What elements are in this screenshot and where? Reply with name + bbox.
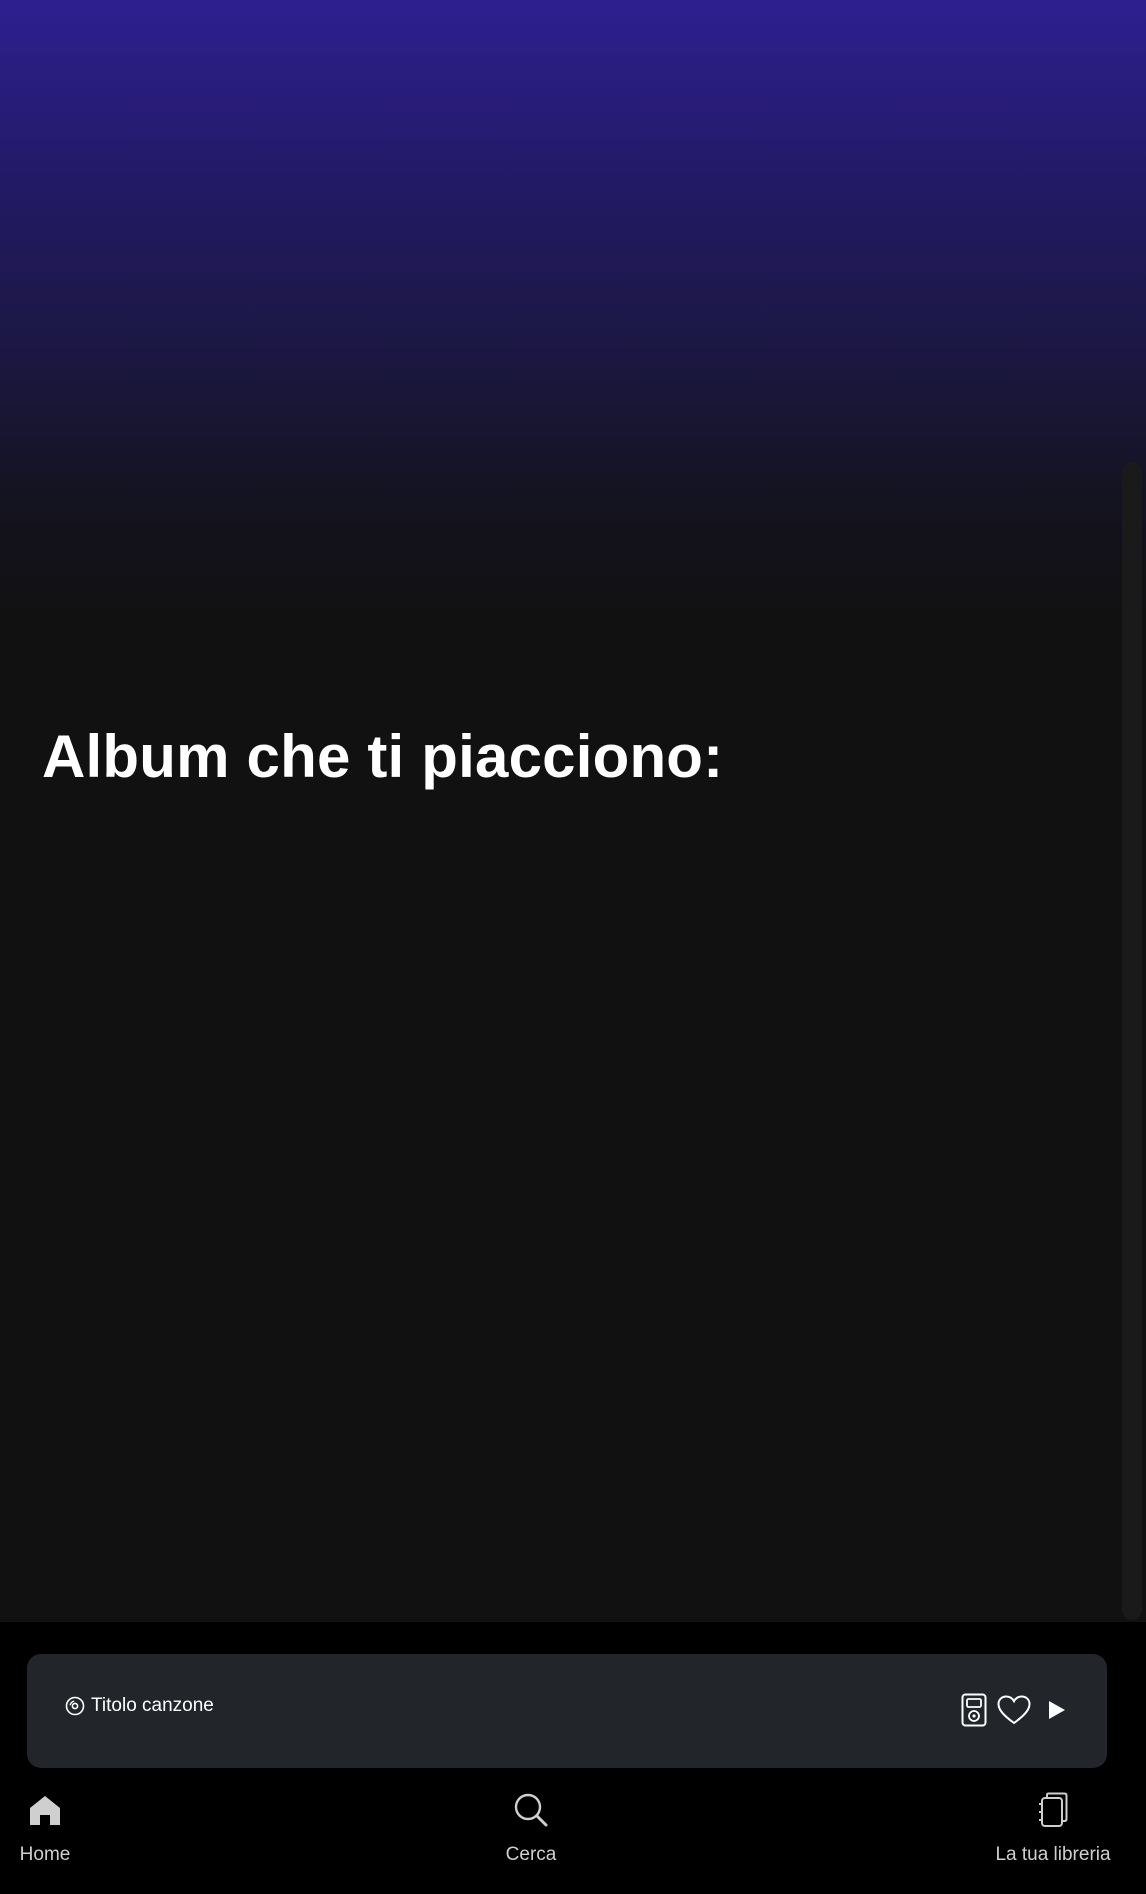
library-icon: [1033, 1790, 1073, 1830]
disc-icon: [65, 1696, 85, 1716]
nav-label-search: Cerca: [505, 1844, 557, 1865]
search-icon: [511, 1790, 551, 1830]
heart-icon[interactable]: [997, 1695, 1031, 1725]
nav-item-library[interactable]: La tua libreria: [990, 1790, 1116, 1866]
main-content: Album che ti piacciono:: [0, 0, 1146, 1622]
bottom-navigation: Home Cerca La tua libreria: [0, 1790, 1146, 1894]
track-info[interactable]: Titolo canzone: [65, 1691, 214, 1721]
play-icon[interactable]: [1041, 1695, 1071, 1725]
player-controls: [961, 1690, 1071, 1730]
nav-item-search[interactable]: Cerca: [505, 1790, 557, 1866]
page-title: Album che ti piacciono:: [42, 723, 724, 790]
home-icon: [25, 1790, 65, 1830]
nav-item-home[interactable]: Home: [20, 1790, 70, 1866]
nav-label-library: La tua libreria: [995, 1844, 1111, 1865]
app-window: Album che ti piacciono: Titolo canzone H…: [0, 0, 1146, 1894]
track-title: Titolo canzone: [91, 1695, 214, 1716]
nav-label-home: Home: [19, 1844, 71, 1865]
scrollbar[interactable]: [1122, 462, 1142, 1620]
speaker-device-icon[interactable]: [961, 1693, 987, 1727]
now-playing-bar[interactable]: Titolo canzone: [27, 1654, 1107, 1768]
